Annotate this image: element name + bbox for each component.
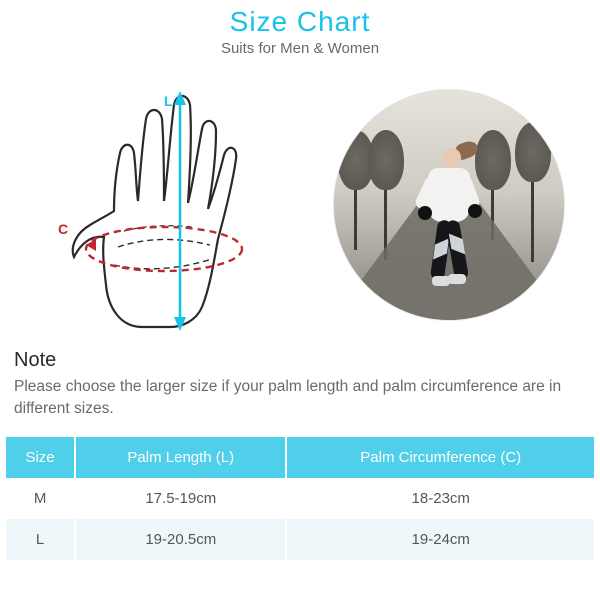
note-text: Please choose the larger size if your pa… [14, 376, 586, 419]
size-table: Size Palm Length (L) Palm Circumference … [6, 437, 594, 560]
note-heading: Note [14, 349, 586, 372]
cell-length: 19-20.5cm [75, 519, 286, 560]
cell-size: M [6, 478, 75, 519]
col-size: Size [6, 437, 75, 478]
table-row: M 17.5-19cm 18-23cm [6, 478, 594, 519]
col-circumference: Palm Circumference (C) [286, 437, 594, 478]
col-length: Palm Length (L) [75, 437, 286, 478]
hand-measurement-diagram: L C [60, 75, 275, 335]
page-subtitle: Suits for Men & Women [0, 40, 600, 57]
lifestyle-photo [334, 90, 564, 320]
figures-row: L C [0, 57, 600, 335]
note-section: Note Please choose the larger size if yo… [0, 335, 600, 419]
table-row: L 19-20.5cm 19-24cm [6, 519, 594, 560]
size-table-head: Size Palm Length (L) Palm Circumference … [6, 437, 594, 478]
circumference-label: C [58, 221, 68, 237]
cell-circumference: 18-23cm [286, 478, 594, 519]
page-title: Size Chart [0, 6, 600, 38]
cell-circumference: 19-24cm [286, 519, 594, 560]
cell-length: 17.5-19cm [75, 478, 286, 519]
header: Size Chart Suits for Men & Women [0, 0, 600, 57]
runner-illustration [414, 142, 484, 292]
length-label: L [164, 93, 173, 109]
cell-size: L [6, 519, 75, 560]
